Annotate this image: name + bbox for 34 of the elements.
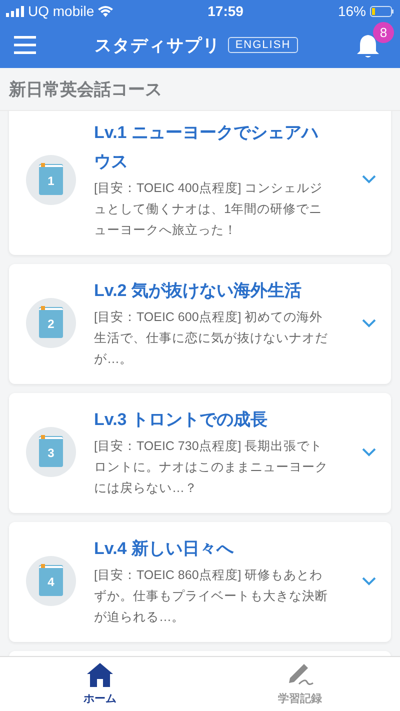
course-description: [目安：TOEIC 600点程度] 初めての海外生活で、仕事に恋に気が抜けないナオだが…。 (94, 309, 329, 368)
course-card[interactable]: 1 Lv.1 ニューヨークでシェアハウス [目安：TOEIC 400点程度] コンシェルジュとして働くナオは、1年間の研修でニューヨークへ旅立った！ (9, 111, 391, 255)
battery-icon (370, 6, 394, 16)
wifi-icon (98, 6, 114, 16)
book-icon: 1 (26, 154, 76, 204)
book-icon: 2 (26, 298, 76, 348)
course-card[interactable]: 2 Lv.2 気が抜けない海外生活 [目安：TOEIC 600点程度] 初めての海外生活で、仕事に恋に気が抜けないナオだが…。 (9, 264, 391, 384)
course-description: [目安：TOEIC 400点程度] コンシェルジュとして働くナオは、1年間の研修でニューヨークへ旅立った！ (94, 180, 324, 239)
course-title: Lv.1 ニューヨークでシェアハウス (94, 122, 320, 173)
book-icon: 3 (26, 427, 76, 477)
course-card[interactable]: 4 Lv.4 新しい日々へ [目安：TOEIC 860点程度] 研修もあとわずか。仕事もプライベートも大きな決断が迫られる…。 (9, 522, 391, 642)
nav-tab[interactable]: ホーム (0, 657, 200, 711)
section-title: 新日常英会話コース (9, 78, 162, 100)
carrier-name: UQ mobile (28, 3, 94, 19)
chevron-down-icon[interactable] (362, 175, 376, 184)
course-title: Lv.4 新しい日々へ (94, 538, 235, 560)
home-icon (86, 662, 114, 688)
course-description: [目安：TOEIC 860点程度] 研修もあとわずか。仕事もプライベートも大きな決断が迫られる…。 (94, 567, 329, 626)
clock-time: 17:59 (208, 3, 244, 19)
app-logo: スタディサプリ (94, 34, 220, 56)
logo-tag: ENGLISH (228, 37, 298, 53)
course-card[interactable]: 3 Lv.3 トロントでの成長 [目安：TOEIC 730点程度] 長期出張でトロントに。ナオはこのままニューヨークには戻らない…？ (9, 393, 391, 513)
notification-badge: 8 (372, 22, 394, 43)
chevron-down-icon[interactable] (362, 318, 376, 328)
signal-icon (6, 6, 24, 16)
course-title: Lv.3 トロントでの成長 (94, 409, 268, 431)
menu-icon[interactable] (14, 36, 36, 54)
course-description: [目安：TOEIC 730点程度] 長期出張でトロントに。ナオはこのままニューヨークには戻らない…？ (94, 438, 329, 497)
battery-percent: 16% (338, 3, 366, 19)
book-icon: 4 (26, 556, 76, 606)
chevron-down-icon[interactable] (362, 448, 376, 456)
chevron-down-icon[interactable] (362, 576, 376, 586)
course-title: Lv.2 気が抜けない海外生活 (94, 280, 302, 302)
bell-icon[interactable] (356, 34, 380, 60)
